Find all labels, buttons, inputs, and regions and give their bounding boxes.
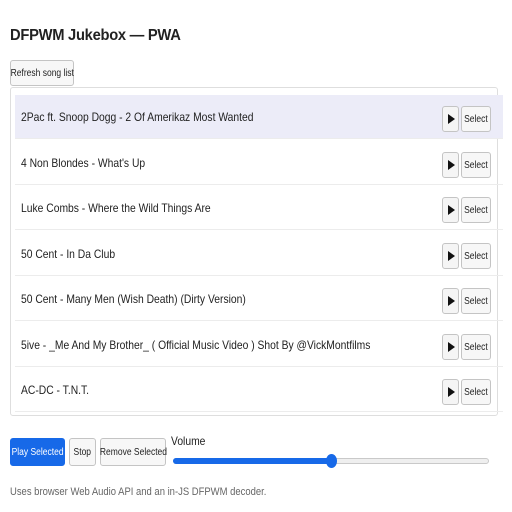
song-play-button[interactable] (442, 152, 459, 178)
song-name[interactable]: 5ive - _Me And My Brother_ ( Official Mu… (21, 323, 370, 367)
song-name[interactable]: 50 Cent - In Da Club (21, 232, 115, 276)
select-button-label: Select (464, 295, 488, 307)
song-select-button[interactable]: Select (461, 243, 491, 269)
volume-slider-fill (173, 458, 331, 464)
song-play-button[interactable] (442, 288, 459, 314)
remove-selected-button[interactable]: Remove Selected (99, 438, 167, 466)
song-select-button[interactable]: Select (461, 288, 491, 314)
footer-note: Uses browser Web Audio API and an in-JS … (10, 486, 267, 498)
select-button-label: Select (464, 159, 488, 171)
select-button-label: Select (464, 341, 488, 353)
song-play-button[interactable] (442, 106, 459, 132)
song-name[interactable]: 50 Cent - Many Men (Wish Death) (Dirty V… (21, 277, 246, 321)
play-icon (448, 114, 455, 124)
volume-slider[interactable] (173, 454, 489, 468)
play-icon (448, 296, 455, 306)
song-name[interactable]: 2Pac ft. Snoop Dogg - 2 Of Amerikaz Most… (21, 95, 254, 139)
song-row: 2Pac ft. Snoop Dogg - 2 Of Amerikaz Most… (15, 95, 503, 139)
song-row: AC-DC - T.N.T. Select (15, 368, 503, 412)
song-name[interactable]: AC-DC - T.N.T. (21, 368, 89, 412)
song-row: 5ive - _Me And My Brother_ ( Official Mu… (15, 323, 503, 367)
song-select-button[interactable]: Select (461, 152, 491, 178)
remove-selected-label: Remove Selected (99, 446, 167, 458)
select-button-label: Select (464, 204, 488, 216)
song-name[interactable]: Luke Combs - Where the Wild Things Are (21, 186, 211, 230)
stop-button[interactable]: Stop (69, 438, 96, 466)
play-selected-button[interactable]: Play Selected (10, 438, 65, 466)
select-button-label: Select (464, 250, 488, 262)
song-row: 4 Non Blondes - What's Up Select (15, 141, 503, 185)
song-select-button[interactable]: Select (461, 197, 491, 223)
page-title: DFPWM Jukebox — PWA (10, 27, 181, 44)
song-play-button[interactable] (442, 243, 459, 269)
volume-slider-thumb[interactable] (326, 454, 337, 468)
refresh-button-label: Refresh song list (10, 67, 74, 79)
song-list: 2Pac ft. Snoop Dogg - 2 Of Amerikaz Most… (10, 87, 503, 416)
select-button-label: Select (464, 113, 488, 125)
play-icon (448, 342, 455, 352)
song-row: 50 Cent - In Da Club Select (15, 232, 503, 276)
volume-label: Volume (171, 434, 206, 448)
song-row: Luke Combs - Where the Wild Things Are S… (15, 186, 503, 230)
song-row: 50 Cent - Many Men (Wish Death) (Dirty V… (15, 277, 503, 321)
play-selected-label: Play Selected (11, 446, 64, 458)
song-name[interactable]: 4 Non Blondes - What's Up (21, 141, 145, 185)
play-icon (448, 251, 455, 261)
select-button-label: Select (464, 386, 488, 398)
song-play-button[interactable] (442, 334, 459, 360)
stop-label: Stop (73, 446, 92, 458)
song-play-button[interactable] (442, 379, 459, 405)
play-icon (448, 205, 455, 215)
refresh-song-list-button[interactable]: Refresh song list (10, 60, 74, 86)
song-select-button[interactable]: Select (461, 106, 491, 132)
play-icon (448, 387, 455, 397)
song-select-button[interactable]: Select (461, 379, 491, 405)
play-icon (448, 160, 455, 170)
song-play-button[interactable] (442, 197, 459, 223)
song-select-button[interactable]: Select (461, 334, 491, 360)
